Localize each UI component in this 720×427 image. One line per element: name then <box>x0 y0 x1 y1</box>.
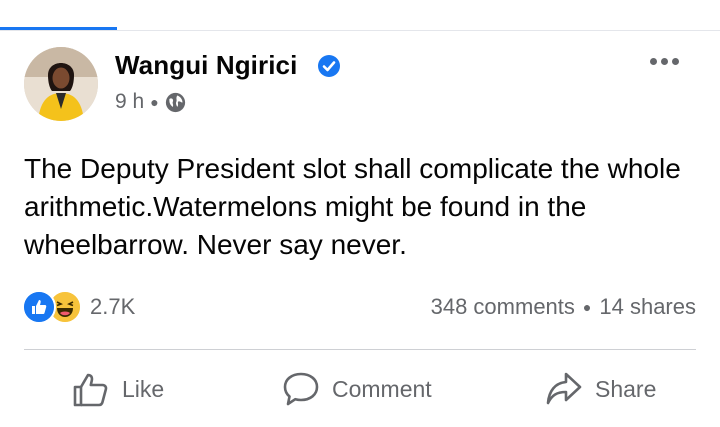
thumbs-up-icon <box>73 373 108 407</box>
like-button[interactable]: Like <box>72 370 164 408</box>
post-time[interactable]: 9 h <box>115 90 144 114</box>
post-text: The Deputy President slot shall complica… <box>24 153 681 260</box>
avatar[interactable] <box>24 47 98 121</box>
verified-badge-icon <box>318 55 340 77</box>
comment-label: Comment <box>332 375 432 402</box>
shares-count[interactable]: 14 shares <box>599 294 696 320</box>
like-reaction-icon <box>22 290 56 324</box>
share-button[interactable]: Share <box>545 370 656 408</box>
like-label: Like <box>122 375 165 402</box>
top-nav-bar <box>0 0 720 31</box>
meta-separator: ● <box>150 94 159 110</box>
stats-separator: ● <box>582 299 592 315</box>
globe-icon <box>165 92 185 112</box>
comment-button[interactable]: Comment <box>282 370 432 408</box>
reaction-count[interactable]: 2.7K <box>90 294 135 320</box>
comments-count[interactable]: 348 comments <box>431 294 575 320</box>
divider <box>24 349 696 350</box>
post-meta: 9 h ● <box>115 90 186 114</box>
reactions-summary[interactable]: 2.7K <box>22 290 135 324</box>
author-name[interactable]: Wangui Ngirici <box>115 50 297 81</box>
active-tab-indicator <box>0 27 117 30</box>
share-arrow-icon <box>546 372 582 405</box>
comment-bubble-icon <box>283 372 319 406</box>
share-label: Share <box>595 375 657 402</box>
more-options-icon[interactable] <box>650 58 679 65</box>
post-stats: 348 comments ● 14 shares <box>431 294 696 320</box>
